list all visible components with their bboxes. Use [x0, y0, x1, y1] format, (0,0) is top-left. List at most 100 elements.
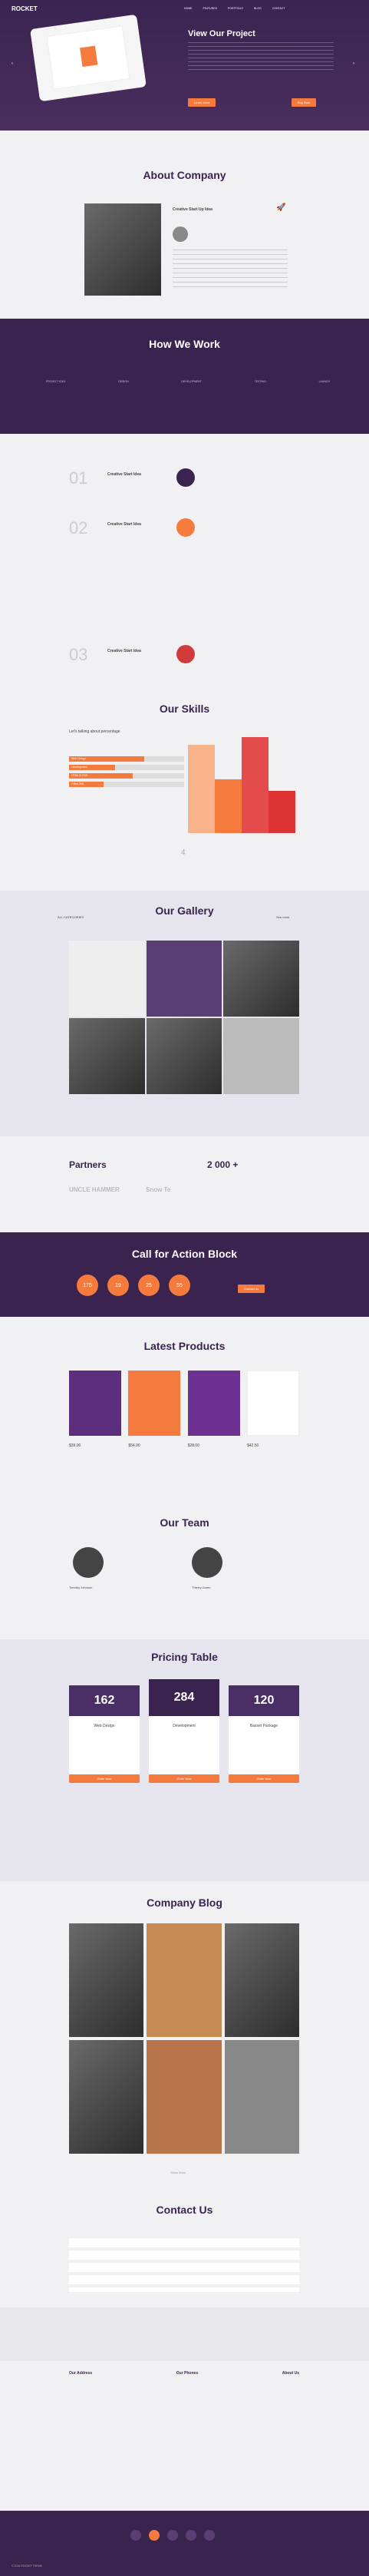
partners-title: Partners — [69, 1159, 107, 1170]
hero-text — [188, 42, 334, 73]
how-tabs: PROJECT IDEA DESIGN DEVELOPMENT TESTING … — [46, 380, 330, 383]
blog-section: Company Blog Show More — [0, 1885, 369, 2196]
step-number: 03 — [69, 645, 88, 664]
partners-section: Partners 2 000 + UNCLE HAMMER Snow Te — [0, 1144, 369, 1228]
product-card[interactable]: $28.00 — [187, 1371, 240, 1448]
gallery-item[interactable] — [146, 941, 222, 1017]
contact-map — [0, 2307, 369, 2361]
scroll-indicator: 4 — [181, 848, 186, 857]
partner-logo[interactable]: Snow Te — [146, 1186, 170, 1193]
about-image — [84, 203, 161, 296]
contact-section: Contact Us Our Address Our Phones About … — [0, 2196, 369, 2426]
team-section: Our Team Timothy Johnson Thierry Jonen — [0, 1505, 369, 1635]
stat-circle: 55 — [169, 1275, 190, 1296]
gallery-filter[interactable]: ALL CATEGORIES — [58, 915, 84, 919]
linkedin-icon[interactable] — [167, 2530, 178, 2541]
buy-now-button[interactable]: Buy Now — [292, 98, 317, 107]
skill-bar: Development — [69, 765, 184, 770]
plan-price: 120 — [229, 1685, 299, 1716]
nav-features[interactable]: FEATURES — [203, 7, 217, 10]
avatar — [73, 1547, 104, 1578]
step-number: 01 — [69, 468, 88, 488]
twitter-icon[interactable] — [130, 2530, 141, 2541]
hero-prev-arrow[interactable]: ‹ — [12, 61, 13, 66]
hero-section: ROCKET HOME FEATURES PORTFOLIO BLOG CONT… — [0, 0, 369, 131]
blog-title: Company Blog — [147, 1896, 222, 1909]
order-button[interactable]: Order Now — [229, 1774, 299, 1783]
bulb-icon — [176, 518, 195, 537]
member-name: Thierry Jonen — [192, 1586, 211, 1589]
blog-post[interactable] — [147, 2040, 222, 2154]
blog-post[interactable] — [147, 1923, 222, 2037]
tab-development[interactable]: DEVELOPMENT — [181, 380, 201, 383]
gallery-item[interactable] — [146, 1018, 222, 1094]
about-section: About Company Creative Start Up Idea 🚀 — [0, 154, 369, 307]
plan-name: Basset Package — [249, 1724, 278, 1728]
product-card[interactable]: $42.50 — [246, 1371, 299, 1448]
gallery-item[interactable] — [223, 1018, 299, 1094]
blog-more[interactable]: Show More — [170, 2171, 186, 2174]
nav-blog[interactable]: BLOG — [254, 7, 262, 10]
learn-more-button[interactable]: Learn more — [188, 98, 216, 107]
skill-bars: Web Design Development HTML & CSS Office… — [69, 756, 184, 790]
pricing-cards: 162 Web Design Order Now 284 Development… — [69, 1679, 299, 1783]
skills-title: Our Skills — [159, 703, 210, 715]
tab-design[interactable]: DESIGN — [118, 380, 128, 383]
blog-post[interactable] — [224, 1923, 299, 2037]
instagram-icon[interactable] — [204, 2530, 215, 2541]
product-price: $39.00 — [69, 1443, 81, 1448]
pricing-title: Pricing Table — [151, 1651, 218, 1663]
facebook-icon[interactable] — [149, 2530, 160, 2541]
steps-section: 01 Creative Start Idea 02 Creative Start… — [0, 453, 369, 691]
pricing-card: 120 Basset Package Order Now — [229, 1685, 299, 1783]
about-title: About Company — [143, 169, 226, 181]
contact-about: About Us — [282, 2371, 299, 2376]
gallery-title: Our Gallery — [155, 904, 214, 917]
blog-post[interactable] — [69, 1923, 144, 2037]
order-button[interactable]: Order Now — [149, 1774, 219, 1783]
contact-info: Our Address Our Phones About Us — [69, 2371, 299, 2376]
blog-post[interactable] — [69, 2040, 144, 2154]
product-card[interactable]: $54.90 — [128, 1371, 181, 1448]
plan-price: 162 — [69, 1685, 140, 1716]
step-title: Creative Start Idea — [107, 649, 141, 653]
gallery-item[interactable] — [69, 941, 145, 1017]
skill-bar: Office 365 — [69, 782, 184, 787]
order-button[interactable]: Order Now — [69, 1774, 140, 1783]
gallery-item[interactable] — [223, 941, 299, 1017]
pricing-card: 162 Web Design Order Now — [69, 1685, 140, 1783]
cta-button[interactable]: Contact us — [238, 1285, 265, 1293]
footer: © 2016 ROCKET THEME — [0, 2511, 369, 2576]
tab-testing[interactable]: TESTING — [255, 380, 266, 383]
contact-title: Contact Us — [156, 2204, 213, 2216]
products-title: Latest Products — [143, 1340, 226, 1352]
hero-next-arrow[interactable]: › — [353, 61, 354, 66]
pricing-card: 284 Development Order Now — [149, 1679, 219, 1783]
nav-portfolio[interactable]: PORTFOLIO — [228, 7, 243, 10]
how-we-work-section: How We Work PROJECT IDEA DESIGN DEVELOPM… — [0, 319, 369, 434]
social-icons — [130, 2530, 215, 2541]
partners-count: 2 000 + — [207, 1159, 239, 1170]
contact-form — [69, 2238, 299, 2292]
google-icon[interactable] — [186, 2530, 196, 2541]
nav-contact[interactable]: CONTACT — [272, 7, 285, 10]
tab-project-idea[interactable]: PROJECT IDEA — [46, 380, 65, 383]
tab-launch[interactable]: LAUNCH — [319, 380, 330, 383]
contact-phones: Our Phones — [176, 2371, 199, 2376]
cta-stats: 175 19 25 55 — [77, 1275, 190, 1296]
gallery-grid — [69, 941, 299, 1094]
skill-label: Development — [69, 765, 115, 770]
product-card[interactable]: $39.00 — [69, 1371, 121, 1448]
member-name: Timothy Johnson — [69, 1586, 93, 1589]
hero-title: View Our Project — [188, 29, 255, 38]
gallery-see-more[interactable]: See more — [276, 915, 289, 919]
pricing-section: Pricing Table 162 Web Design Order Now 2… — [0, 1639, 369, 1881]
gallery-item[interactable] — [69, 1018, 145, 1094]
skills-heading: Let's talking about percentage — [69, 729, 120, 734]
skills-chart — [188, 726, 303, 833]
partner-logo[interactable]: UNCLE HAMMER — [69, 1186, 120, 1193]
blog-post[interactable] — [224, 2040, 299, 2154]
nav-home[interactable]: HOME — [184, 7, 193, 10]
logo[interactable]: ROCKET — [12, 5, 38, 12]
contact-address: Our Address — [69, 2371, 93, 2376]
